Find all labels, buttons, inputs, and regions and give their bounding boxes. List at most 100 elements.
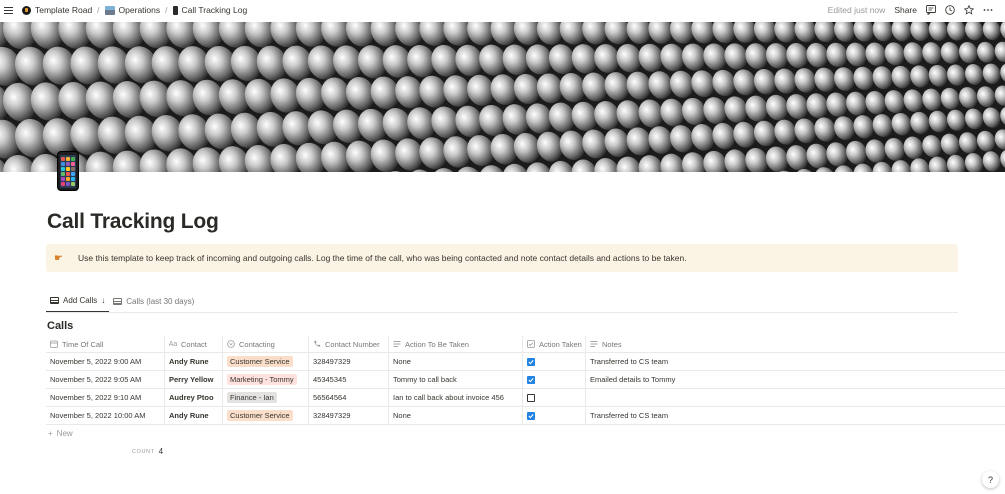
share-button[interactable]: Share (894, 5, 917, 15)
cell-value: 328497329 (313, 411, 351, 420)
cell-time-of-call[interactable]: November 5, 2022 9:05 AM (46, 371, 165, 388)
cell-value: 45345345 (313, 375, 347, 384)
cell-contact[interactable]: Perry Yellow (165, 371, 223, 388)
table-row[interactable]: November 5, 2022 9:00 AM Andy Rune Custome… (46, 353, 1005, 371)
add-new-row-button[interactable]: + New (48, 429, 73, 438)
breadcrumb-separator: / (97, 5, 100, 15)
column-header-action-taken[interactable]: Action Taken (523, 336, 586, 352)
count-value: 4 (158, 447, 164, 456)
cell-value: November 5, 2022 9:05 AM (50, 375, 142, 384)
text-lines-icon (590, 340, 598, 348)
top-bar: Template Road / Operations / Call Tracki… (0, 0, 1005, 20)
cell-notes[interactable]: Transferred to CS team (586, 407, 1005, 424)
table-header: Time Of Call Aa Contact Contacting Conta… (46, 336, 1005, 353)
calls-table: Time Of Call Aa Contact Contacting Conta… (46, 336, 1005, 425)
cell-value: Emailed details to Tommy (590, 375, 676, 384)
cell-action-taken[interactable] (523, 407, 586, 424)
cell-action-taken[interactable] (523, 371, 586, 388)
star-icon[interactable] (964, 5, 974, 15)
table-row[interactable]: November 5, 2022 9:05 AM Perry Yellow Mark… (46, 371, 1005, 389)
cell-contacting[interactable]: Finance - Ian (223, 389, 309, 406)
column-header-label: Time Of Call (62, 339, 104, 349)
cell-contact[interactable]: Andy Rune (165, 407, 223, 424)
history-clock-icon[interactable] (945, 5, 955, 15)
cell-contact-number[interactable]: 328497329 (309, 353, 389, 370)
column-header-action-to-be-taken[interactable]: Action To Be Taken (389, 336, 523, 352)
cell-action-to-be-taken[interactable]: Tommy to call back (389, 371, 523, 388)
checked-checkbox[interactable] (527, 357, 535, 366)
tab-add-calls[interactable]: Add Calls ↓ (46, 294, 110, 312)
cell-value: Transferred to CS team (590, 357, 669, 366)
mobile-phone-icon (172, 5, 178, 15)
column-header-label: Action To Be Taken (405, 339, 469, 349)
column-header-contacting[interactable]: Contacting (223, 336, 309, 352)
cell-contact-number[interactable]: 45345345 (309, 371, 389, 388)
cell-contact[interactable]: Audrey Ptoo (165, 389, 223, 406)
column-header-label: Contact Number (325, 339, 380, 349)
cell-time-of-call[interactable]: November 5, 2022 10:00 AM (46, 407, 165, 424)
tab-label: Add Calls (63, 296, 98, 305)
more-options-icon[interactable] (983, 5, 993, 15)
database-title[interactable]: Calls (47, 320, 73, 332)
cell-value: Transferred to CS team (590, 411, 669, 420)
column-header-time-of-call[interactable]: Time Of Call (46, 336, 165, 352)
template-road-logo-icon (22, 5, 31, 15)
cell-notes[interactable]: Emailed details to Tommy (586, 371, 1005, 388)
new-row-label: New (56, 429, 73, 438)
column-header-label: Notes (602, 339, 622, 349)
callout[interactable]: ☛ Use this template to keep track of inc… (46, 244, 958, 272)
cell-contacting[interactable]: Customer Service (223, 353, 309, 370)
calendar-icon (50, 340, 58, 348)
cell-action-to-be-taken[interactable]: Ian to call back about invoice 456 (389, 389, 523, 406)
menu-icon[interactable] (0, 0, 16, 20)
column-header-label: Contacting (239, 339, 275, 349)
cell-action-taken[interactable] (523, 353, 586, 370)
office-building-icon (104, 5, 115, 15)
cell-time-of-call[interactable]: November 5, 2022 9:10 AM (46, 389, 165, 406)
page-title[interactable]: Call Tracking Log (47, 210, 219, 234)
cell-contact-number[interactable]: 328497329 (309, 407, 389, 424)
breadcrumb-call-tracking-log[interactable]: Call Tracking Log (171, 5, 250, 15)
select-tag: Marketing - Tommy (227, 374, 297, 385)
table-icon (50, 297, 59, 304)
cell-action-taken[interactable] (523, 389, 586, 406)
mobile-phone-icon[interactable] (57, 151, 79, 191)
cell-contacting[interactable]: Customer Service (223, 407, 309, 424)
tab-label: Calls (last 30 days) (126, 296, 195, 306)
text-property-icon: Aa (168, 340, 178, 348)
select-tag: Customer Service (227, 410, 293, 421)
column-header-notes[interactable]: Notes (586, 336, 1005, 352)
cell-value: Andy Rune (169, 411, 209, 420)
cell-contact-number[interactable]: 56564564 (309, 389, 389, 406)
sort-arrow-icon: ↓ (101, 296, 106, 305)
checkbox-property-icon (527, 340, 535, 348)
cell-notes[interactable] (586, 389, 1005, 406)
table-row[interactable]: November 5, 2022 9:10 AM Audrey Ptoo Finan… (46, 389, 1005, 407)
breadcrumb-label: Template Road (35, 5, 93, 15)
cell-time-of-call[interactable]: November 5, 2022 9:00 AM (46, 353, 165, 370)
cell-value: Perry Yellow (169, 375, 214, 384)
count-summary[interactable]: COUNT 4 (132, 447, 163, 456)
breadcrumb: Template Road / Operations / Call Tracki… (20, 5, 249, 15)
tab-calls-last-30-days[interactable]: Calls (last 30 days) (109, 294, 198, 312)
select-property-icon (227, 340, 235, 348)
cell-contact[interactable]: Andy Rune (165, 353, 223, 370)
column-header-contact[interactable]: Aa Contact (165, 336, 223, 352)
checked-checkbox[interactable] (527, 411, 535, 420)
cell-value: November 5, 2022 10:00 AM (50, 411, 146, 420)
cell-value: 56564564 (313, 393, 347, 402)
cell-action-to-be-taken[interactable]: None (389, 407, 523, 424)
table-row[interactable]: November 5, 2022 10:00 AM Andy Rune Custom… (46, 407, 1005, 425)
help-button[interactable]: ? (982, 471, 999, 488)
cell-notes[interactable]: Transferred to CS team (586, 353, 1005, 370)
breadcrumb-template-road[interactable]: Template Road (20, 5, 94, 15)
cell-value: None (393, 357, 411, 366)
checked-checkbox[interactable] (527, 375, 535, 384)
cell-contacting[interactable]: Marketing - Tommy (223, 371, 309, 388)
table-icon (113, 297, 123, 305)
cell-action-to-be-taken[interactable]: None (389, 353, 523, 370)
breadcrumb-operations[interactable]: Operations (103, 5, 163, 15)
column-header-contact-number[interactable]: Contact Number (309, 336, 389, 352)
unchecked-checkbox[interactable] (527, 393, 535, 402)
comment-icon[interactable] (926, 5, 936, 15)
